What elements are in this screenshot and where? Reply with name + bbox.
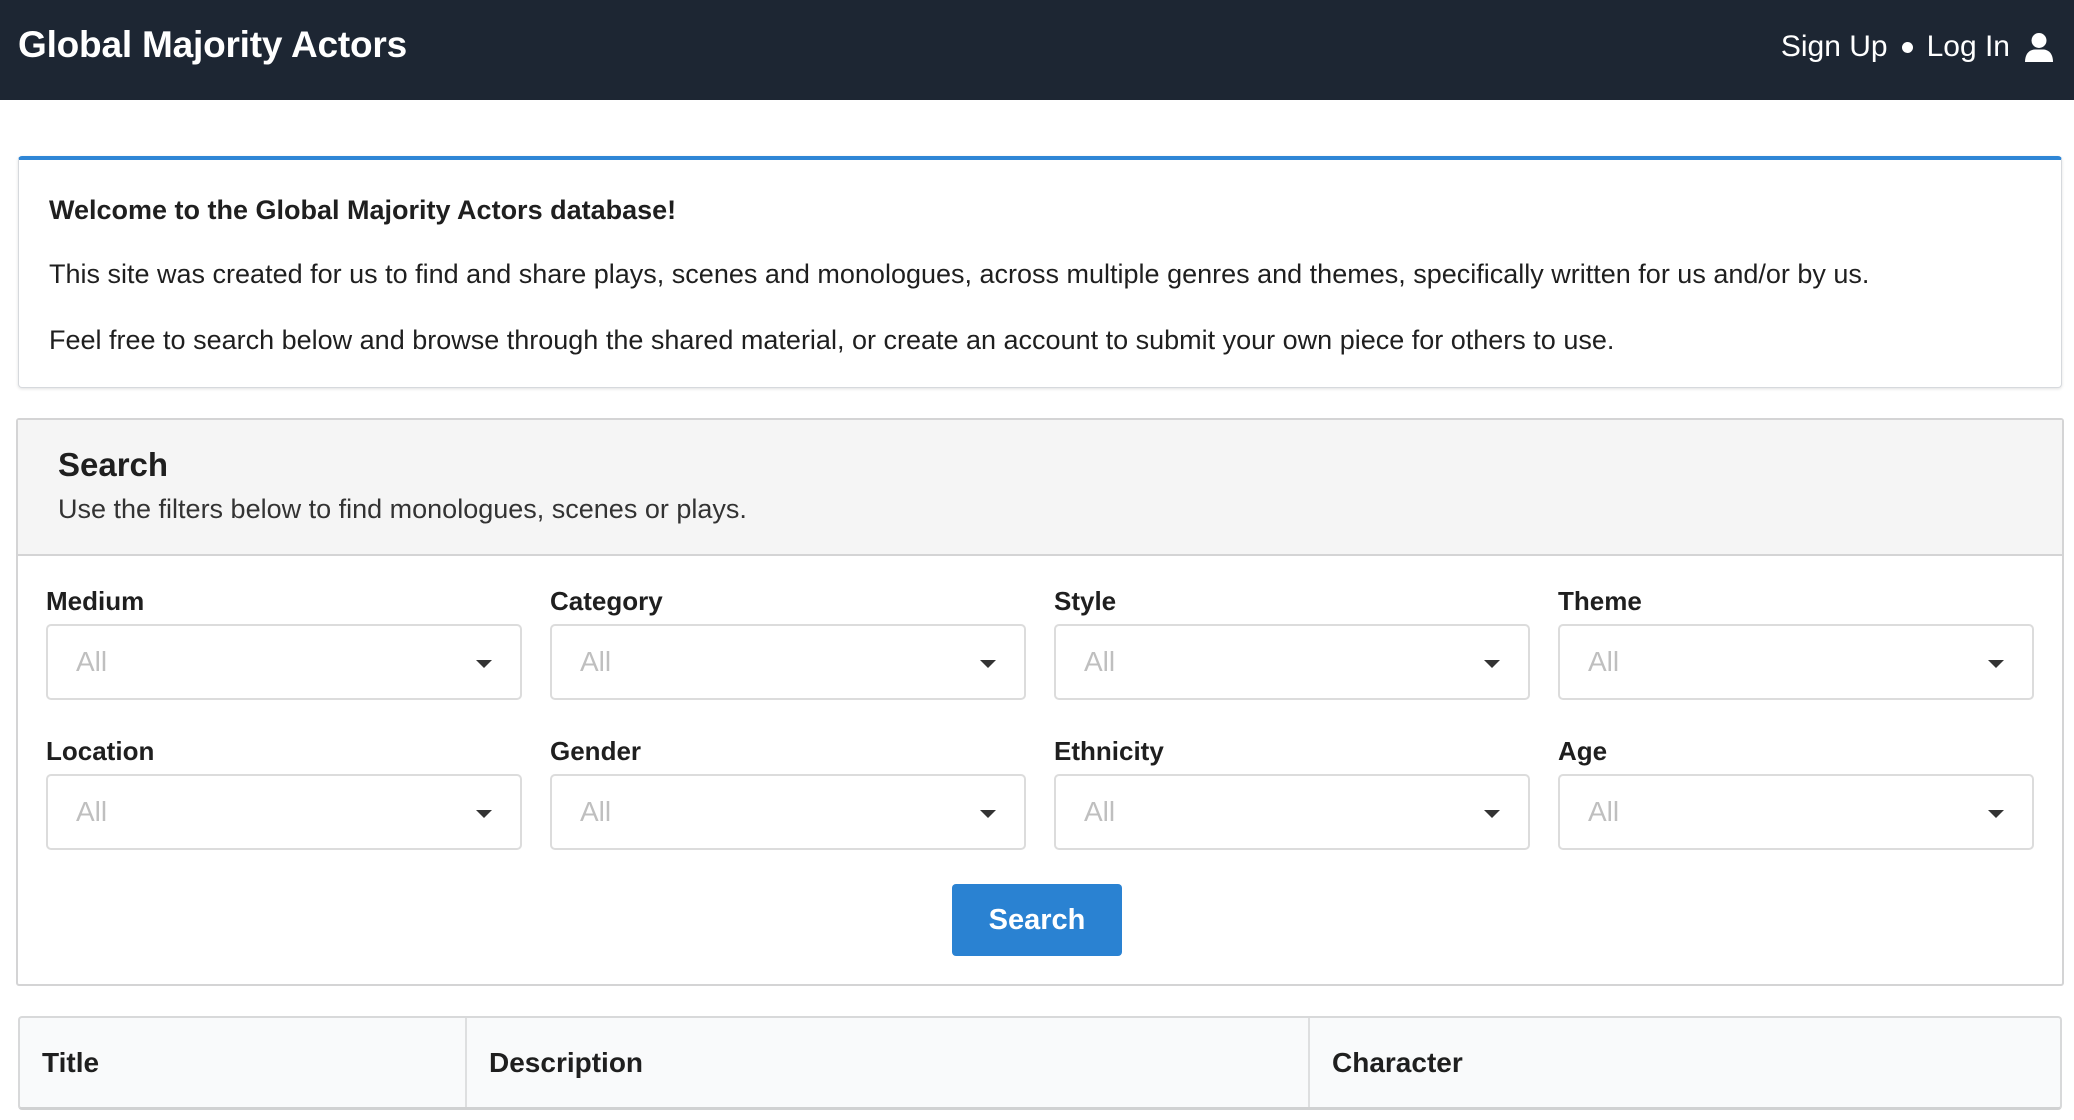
gender-select[interactable]: All	[550, 774, 1026, 850]
filter-label: Category	[550, 586, 663, 616]
caret-down-icon	[476, 810, 492, 818]
log-in-link[interactable]: Log In	[1927, 30, 2010, 64]
search-title: Search	[58, 446, 169, 483]
filter-ethnicity: Ethnicity All	[1054, 736, 1530, 850]
welcome-paragraph-2: Feel free to search below and browse thr…	[49, 324, 1615, 355]
welcome-paragraph-1: This site was created for us to find and…	[49, 259, 1870, 290]
filter-location: Location All	[46, 736, 522, 850]
filter-style: Style All	[1054, 586, 1530, 700]
caret-down-icon	[1988, 810, 2004, 818]
select-value: All	[1588, 646, 1620, 677]
caret-down-icon	[1484, 810, 1500, 818]
select-value: All	[76, 796, 108, 827]
search-subtitle: Use the filters below to find monologues…	[58, 494, 747, 524]
welcome-message: Welcome to the Global Majority Actors da…	[18, 156, 2062, 388]
column-header-character[interactable]: Character	[1310, 1018, 2060, 1107]
ethnicity-select[interactable]: All	[1054, 774, 1530, 850]
sign-up-link[interactable]: Sign Up	[1781, 30, 1888, 64]
select-value: All	[1084, 646, 1116, 677]
filter-theme: Theme All	[1558, 586, 2034, 700]
separator-dot	[1901, 41, 1913, 53]
filter-label: Style	[1054, 586, 1117, 616]
filter-medium: Medium All	[46, 586, 522, 700]
results-table-header: Title Description Character	[18, 1016, 2062, 1110]
user-icon[interactable]	[2024, 32, 2054, 62]
select-value: All	[76, 646, 108, 677]
filter-label: Theme	[1558, 586, 1642, 616]
column-header-description[interactable]: Description	[467, 1018, 1310, 1107]
location-select[interactable]: All	[46, 774, 522, 850]
caret-down-icon	[476, 660, 492, 668]
welcome-heading: Welcome to the Global Majority Actors da…	[49, 195, 677, 225]
medium-select[interactable]: All	[46, 624, 522, 700]
select-value: All	[580, 796, 612, 827]
category-select[interactable]: All	[550, 624, 1026, 700]
caret-down-icon	[1484, 660, 1500, 668]
filter-category: Category All	[550, 586, 1026, 700]
filter-gender: Gender All	[550, 736, 1026, 850]
caret-down-icon	[1988, 660, 2004, 668]
filter-label: Location	[46, 736, 155, 766]
select-value: All	[1588, 796, 1620, 827]
filter-label: Medium	[46, 586, 145, 616]
select-value: All	[1084, 796, 1116, 827]
select-value: All	[580, 646, 612, 677]
style-select[interactable]: All	[1054, 624, 1530, 700]
nav-right: Sign Up Log In	[1781, 30, 2054, 64]
top-navbar: Global Majority Actors Sign Up Log In	[0, 0, 2074, 100]
column-header-title[interactable]: Title	[20, 1018, 467, 1107]
search-button[interactable]: Search	[952, 884, 1122, 956]
age-select[interactable]: All	[1558, 774, 2034, 850]
search-header: Search Use the filters below to find mon…	[18, 420, 2062, 556]
search-panel: Search Use the filters below to find mon…	[16, 418, 2064, 986]
caret-down-icon	[980, 660, 996, 668]
brand-title[interactable]: Global Majority Actors	[18, 24, 407, 66]
theme-select[interactable]: All	[1558, 624, 2034, 700]
filter-label: Ethnicity	[1054, 736, 1164, 766]
filter-label: Age	[1558, 736, 1608, 766]
caret-down-icon	[980, 810, 996, 818]
filter-age: Age All	[1558, 736, 2034, 850]
filter-label: Gender	[550, 736, 642, 766]
